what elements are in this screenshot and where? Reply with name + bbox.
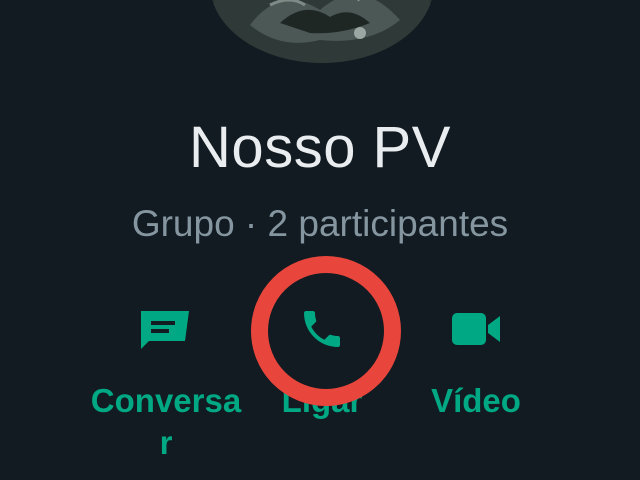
call-button[interactable]: Ligar [237, 290, 407, 422]
chat-button[interactable]: Conversar [80, 290, 250, 464]
avatar-photo [212, 0, 432, 63]
group-subtitle: Grupo · 2 participantes [131, 203, 509, 244]
call-button-label: Ligar [281, 382, 363, 419]
video-camera-icon [391, 290, 561, 368]
group-info-screen: Nosso PV Grupo · 2 participantes Convers… [0, 0, 640, 480]
video-button-label: Vídeo [431, 382, 521, 419]
group-avatar[interactable] [210, 0, 434, 63]
chat-button-label: Conversar [90, 382, 242, 461]
message-icon [80, 290, 250, 368]
video-button[interactable]: Vídeo [391, 290, 561, 422]
phone-icon [237, 290, 407, 368]
group-name: Nosso PV [189, 115, 451, 180]
